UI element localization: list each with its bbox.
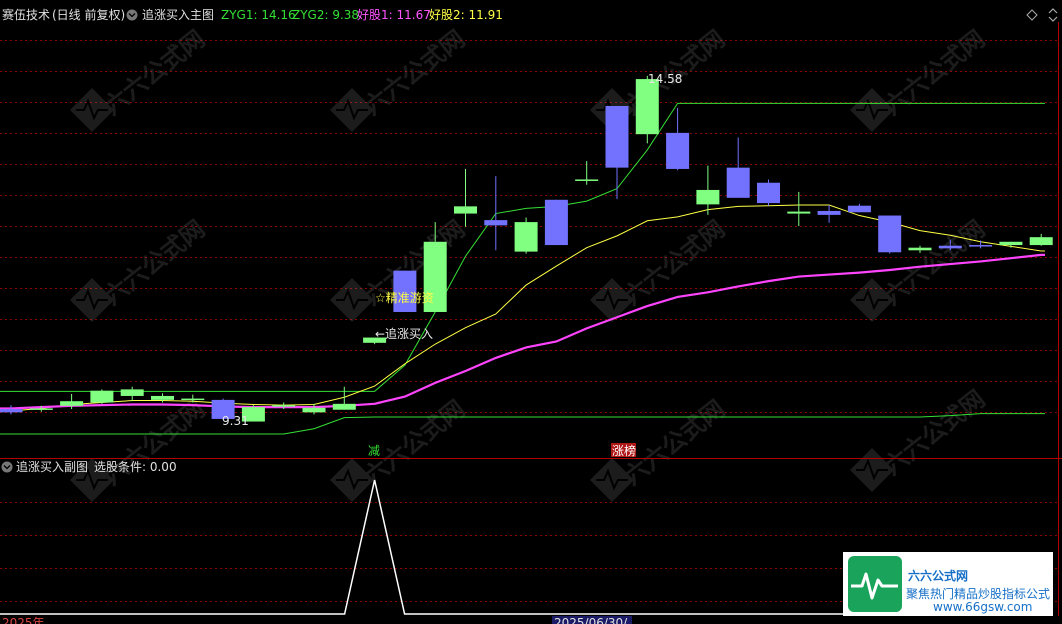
candle-body	[29, 408, 53, 410]
tag-reduce: 减	[368, 444, 380, 458]
candle-body	[847, 205, 871, 213]
chart-canvas: 六六公式网 六六公式网 六六公式网 六六公式网六六公式网 六六公式网 六六公式网 六六公式网…	[0, 7, 1062, 624]
sub-indicator-menu-icon[interactable]	[1, 461, 13, 473]
high-price-marker: 14.58	[648, 72, 682, 86]
candle	[605, 105, 629, 200]
period-mode[interactable]: (日线 前复权)	[52, 7, 125, 22]
signal-precise-capital: ☆精准游资	[375, 291, 434, 305]
legend-zyg1: ZYG1: 14.16	[221, 8, 296, 22]
watermark-text: 六六公式网	[878, 25, 990, 121]
candle	[484, 176, 508, 251]
candle-body	[90, 390, 114, 403]
logo-mark	[848, 556, 902, 612]
footer-background	[0, 617, 1062, 624]
logo-box: 六六公式网 聚焦热门精品炒股指标公式 www.66gsw.com	[843, 552, 1053, 616]
candle	[999, 241, 1023, 248]
legend-zyg2: ZYG2: 9.38	[292, 8, 359, 22]
candle-body	[120, 389, 144, 396]
candle-body	[1029, 237, 1053, 246]
candle-body	[726, 167, 750, 198]
candle	[847, 203, 871, 213]
chevron-down-icon[interactable]	[1048, 16, 1058, 22]
header-bar: 赛伍技术 (日线 前复权) 追涨买入主图 ZYG1: 14.16 ZYG2: 9…	[2, 7, 1058, 22]
watermark-text: 六六公式网	[98, 215, 210, 311]
candle-body	[302, 407, 326, 413]
watermark-tile: 六六公式网	[70, 215, 210, 322]
stock-name[interactable]: 赛伍技术	[2, 7, 50, 22]
watermark-text: 六六公式网	[358, 395, 470, 491]
candle	[696, 165, 720, 215]
candle-body	[666, 132, 690, 169]
legend-haogu1: 好股1: 11.67	[357, 8, 431, 22]
logo-brand: 六六公式网	[908, 568, 968, 583]
candle-body	[454, 206, 477, 214]
diamond-icon[interactable]	[1026, 9, 1038, 21]
grid-lines	[0, 40, 1058, 602]
watermark-tile: 六六公式网	[70, 395, 210, 502]
watermark-text: 六六公式网	[98, 395, 210, 491]
candle-body	[544, 199, 568, 246]
candle	[878, 215, 902, 254]
logo-slogan: 聚焦热门精品炒股指标公式	[906, 586, 1050, 601]
candle-body	[938, 245, 962, 249]
candle-body	[635, 79, 659, 135]
chevron-up-icon[interactable]	[1048, 8, 1058, 14]
candle-body	[332, 403, 356, 410]
candle	[454, 168, 477, 227]
watermark-text: 六六公式网	[98, 25, 210, 121]
candle-body	[151, 395, 174, 400]
candle-body	[514, 222, 538, 252]
candle	[1029, 233, 1053, 246]
watermark-text: 六六公式网	[358, 25, 470, 121]
candle-body	[484, 220, 508, 226]
candle	[514, 217, 538, 254]
candle	[0, 405, 23, 415]
candle	[332, 386, 356, 410]
watermark-tile: 六六公式网	[330, 395, 470, 502]
candle	[90, 389, 114, 404]
candle-body	[757, 182, 780, 204]
signal-chase-buy: ←追涨买入	[375, 326, 433, 341]
candle-body	[0, 409, 23, 413]
candle	[666, 107, 690, 171]
watermark-tile: 六六公式网	[590, 215, 730, 322]
candle-body	[696, 189, 720, 205]
footer-date: 2025/06/30/	[554, 616, 628, 624]
candle-body	[878, 215, 902, 253]
candle-body	[908, 247, 932, 251]
candle-body	[575, 179, 599, 181]
candle-body	[605, 105, 629, 168]
condition-label: 选股条件: 0.00	[94, 460, 177, 474]
candle-body	[181, 398, 205, 401]
candle-body	[787, 211, 811, 214]
candle	[544, 199, 568, 246]
logo-site: www.66gsw.com	[933, 600, 1032, 614]
candle	[726, 137, 750, 198]
main-indicator-name[interactable]: 追涨买入主图	[142, 7, 214, 22]
candle	[757, 179, 780, 206]
indicator-menu-icon[interactable]	[126, 9, 138, 21]
footer-year: 2025年	[2, 616, 45, 624]
footer-bar: 2025年 2025/06/30/	[0, 616, 1062, 624]
candle-body	[60, 401, 84, 406]
watermark-tile: 六六公式网	[850, 385, 990, 492]
candle-body	[969, 245, 993, 247]
legend-haogu2: 好股2: 11.91	[429, 8, 503, 22]
candle	[575, 161, 599, 185]
sub-indicator-name[interactable]: 追涨买入副图	[16, 459, 88, 474]
candle-body	[272, 405, 296, 407]
watermark-layer: 六六公式网 六六公式网 六六公式网 六六公式网六六公式网 六六公式网 六六公式网 六六公式网…	[70, 25, 990, 502]
candle-body	[817, 210, 841, 215]
watermark-text: 六六公式网	[618, 215, 730, 311]
tag-limitup: 涨榜	[612, 443, 636, 458]
watermark-text: 六六公式网	[878, 385, 990, 481]
candle	[787, 191, 811, 227]
watermark-text: 六六公式网	[618, 395, 730, 491]
low-price-marker: 9.31	[222, 414, 249, 428]
candle	[120, 386, 144, 402]
candle-body	[999, 241, 1023, 246]
